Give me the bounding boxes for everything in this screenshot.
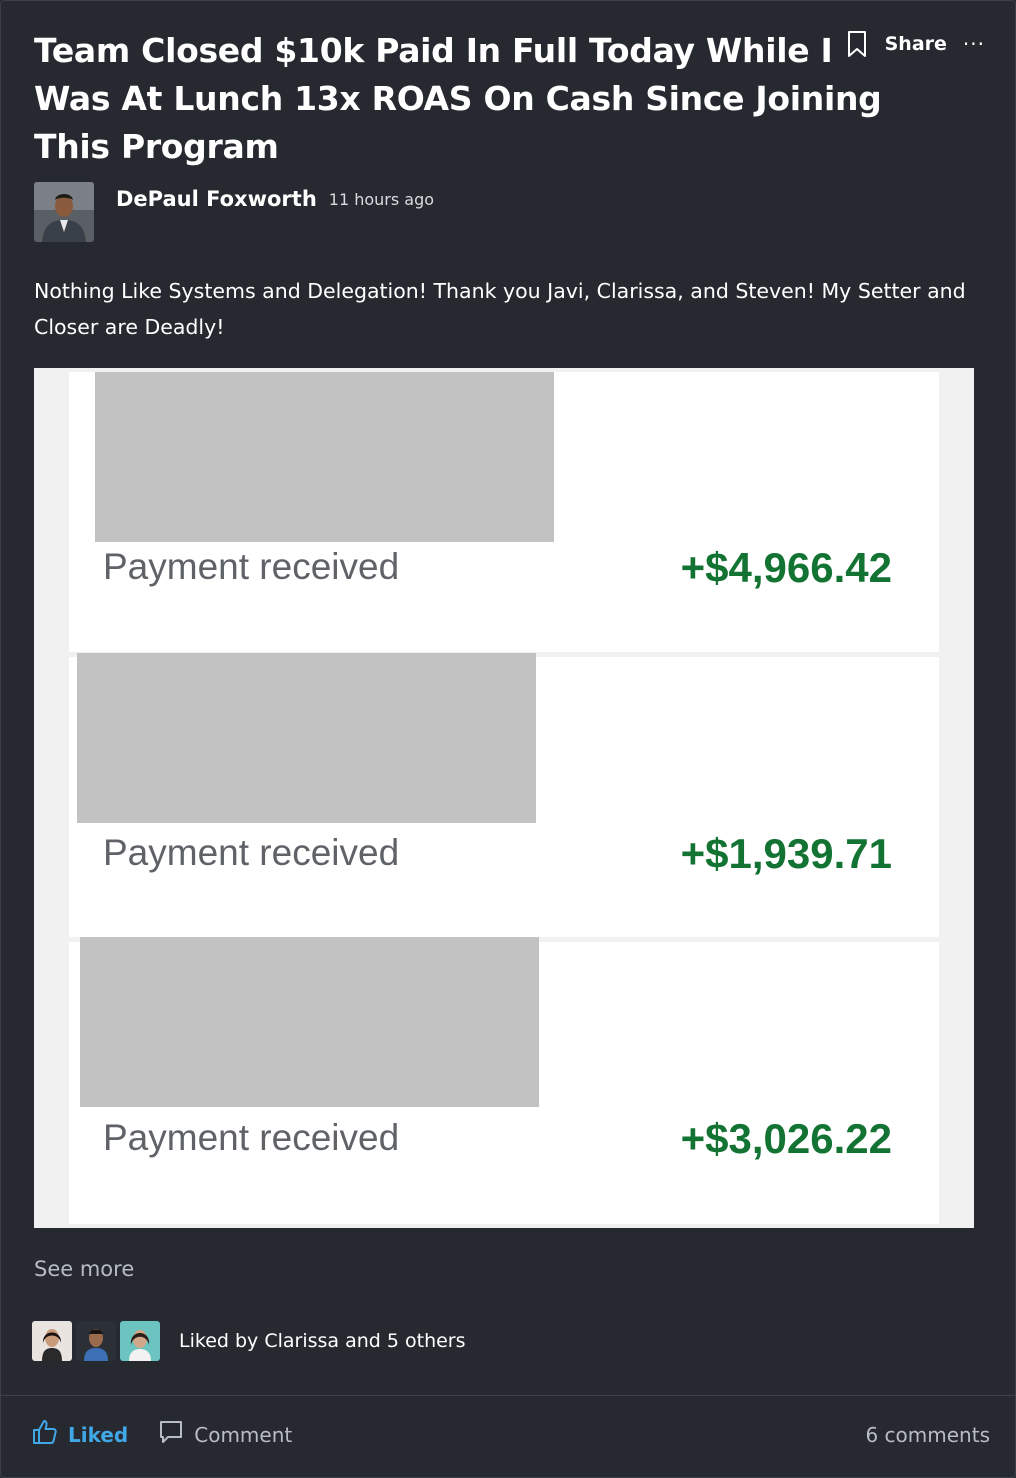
author-name[interactable]: DePaul Foxworth xyxy=(116,187,317,211)
comment-icon xyxy=(158,1419,184,1450)
see-more-link[interactable]: See more xyxy=(34,1257,134,1281)
post-body: Nothing Like Systems and Delegation! Tha… xyxy=(34,279,966,339)
payment-card: Payment received +$1,939.71 xyxy=(69,653,939,937)
payment-amount: +$4,966.42 xyxy=(680,544,892,591)
liker-avatar[interactable] xyxy=(32,1321,72,1361)
payment-amount: +$1,939.71 xyxy=(680,830,892,877)
like-button[interactable]: Liked xyxy=(32,1419,128,1450)
post-image[interactable]: Payment received +$4,966.42 Payment rece… xyxy=(34,368,974,1228)
bookmark-icon[interactable] xyxy=(845,29,869,59)
redaction-block xyxy=(77,653,536,823)
author-row: DePaul Foxworth 11 hours ago xyxy=(34,182,434,242)
more-icon[interactable]: ··· xyxy=(963,32,985,56)
post-title: Team Closed $10k Paid In Full Today Whil… xyxy=(34,31,882,166)
thumbs-up-icon xyxy=(32,1419,58,1450)
payment-amount: +$3,026.22 xyxy=(680,1115,892,1162)
post-top-actions: Share ··· xyxy=(845,29,985,59)
payment-label: Payment received xyxy=(103,832,400,873)
redaction-block xyxy=(80,937,539,1107)
post-actions: Liked Comment xyxy=(32,1419,292,1450)
comment-count[interactable]: 6 comments xyxy=(865,1423,990,1447)
comment-button[interactable]: Comment xyxy=(158,1419,292,1450)
post-card: Team Closed $10k Paid In Full Today Whil… xyxy=(0,0,1016,1478)
payment-card: Payment received +$3,026.22 xyxy=(69,937,939,1224)
share-button[interactable]: Share xyxy=(881,33,951,55)
likers-row: Liked by Clarissa and 5 others xyxy=(32,1321,466,1361)
post-timestamp: 11 hours ago xyxy=(328,190,435,209)
liker-avatar[interactable] xyxy=(120,1321,160,1361)
like-label: Liked xyxy=(68,1422,129,1447)
redaction-block xyxy=(95,372,554,542)
divider xyxy=(1,1395,1015,1396)
avatar[interactable] xyxy=(34,182,94,242)
liker-avatar[interactable] xyxy=(76,1321,116,1361)
comment-label: Comment xyxy=(194,1422,293,1447)
payment-label: Payment received xyxy=(103,546,400,587)
liked-by-text[interactable]: Liked by Clarissa and 5 others xyxy=(179,1330,466,1352)
payment-label: Payment received xyxy=(103,1117,400,1158)
payment-card: Payment received +$4,966.42 xyxy=(69,372,939,652)
